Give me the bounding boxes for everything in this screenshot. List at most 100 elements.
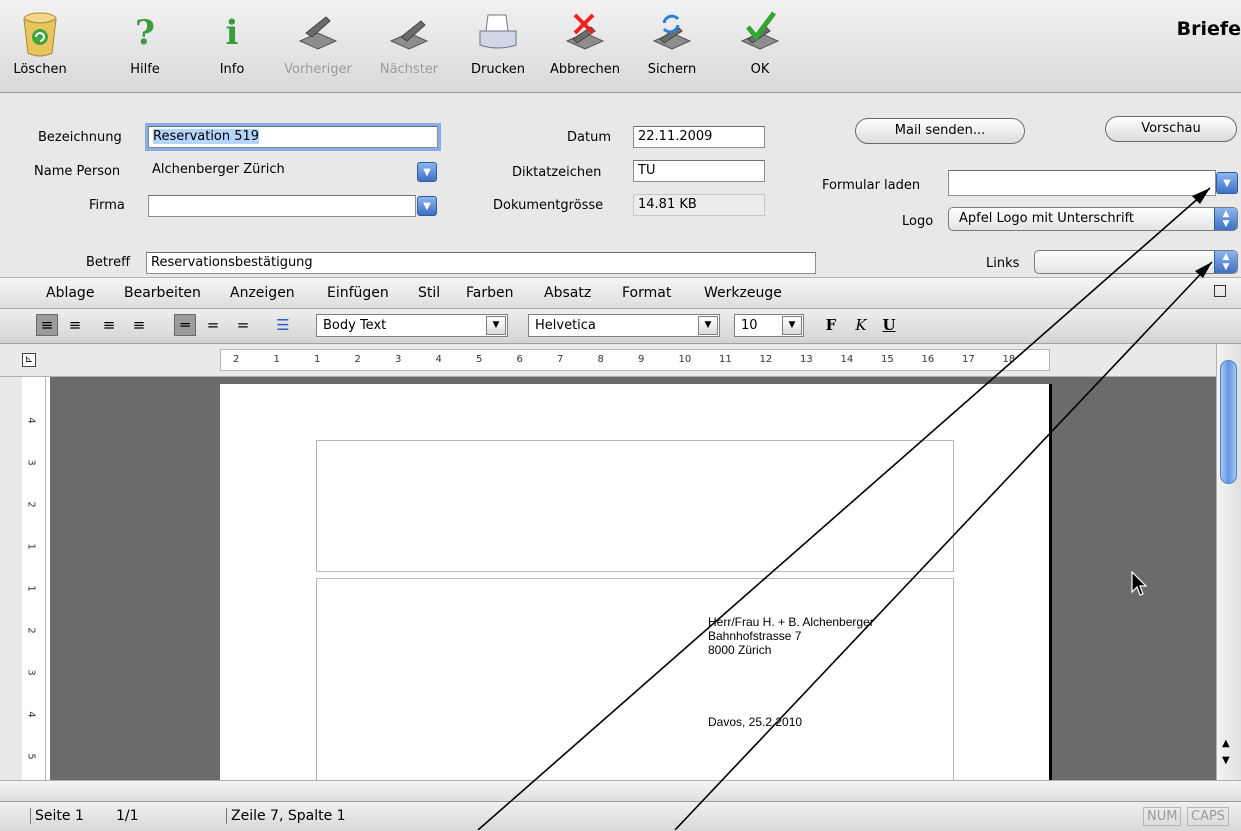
firma-dropdown-button[interactable]: ▼ — [417, 196, 437, 216]
next-button-label: Nächster — [379, 62, 439, 77]
betreff-field[interactable]: Reservationsbestätigung — [146, 252, 816, 274]
menu-ablage[interactable]: Ablage — [46, 285, 94, 301]
bezeichnung-field[interactable]: Reservation 519 — [145, 123, 441, 151]
up-down-arrows-icon: ▲ ▼ — [1214, 251, 1237, 273]
firma-label: Firma — [89, 198, 125, 213]
betreff-value: Reservationsbestätigung — [151, 255, 313, 270]
ruler-tick-label: 6 — [516, 354, 523, 365]
chevron-down-icon: ▼ — [1223, 177, 1231, 189]
ruler-tick-label: 1 — [273, 354, 280, 365]
info-button-label: Info — [219, 62, 245, 77]
menu-absatz[interactable]: Absatz — [544, 285, 591, 301]
collapse-toolbar-icon[interactable] — [1214, 285, 1226, 297]
info-button[interactable]: i Info — [212, 6, 252, 77]
line-spacing-medium-icon[interactable]: = — [202, 314, 224, 336]
horizontal-ruler[interactable]: 2 1 1 2 3 4 5 6 7 8 9 10 11 12 13 14 15 16 17 18 — [220, 349, 1050, 371]
status-page-count: 1/1 — [116, 808, 139, 824]
chevron-down-icon: ▼ — [423, 200, 431, 212]
name-person-field[interactable]: Alchenberger Zürich — [148, 160, 438, 182]
align-left-icon[interactable]: ≡ — [36, 314, 58, 336]
ruler-tick-label: 16 — [921, 354, 935, 365]
scroll-down-arrow-icon[interactable]: ▼ — [1222, 755, 1230, 766]
datum-label: Datum — [567, 130, 611, 145]
line-spacing-single-icon[interactable]: ═ — [174, 314, 196, 336]
save-button[interactable]: Sichern — [640, 6, 704, 77]
bezeichnung-label: Bezeichnung — [38, 130, 122, 145]
address-frame[interactable] — [316, 578, 954, 788]
ruler-tick-label: 17 — [962, 354, 975, 365]
menu-anzeigen[interactable]: Anzeigen — [230, 285, 295, 301]
ruler-tick-label: 4 — [25, 417, 37, 424]
ruler-tick-label: 5 — [25, 753, 37, 760]
cancel-button[interactable]: Abbrechen — [543, 6, 627, 77]
menu-stil[interactable]: Stil — [418, 285, 440, 301]
chevron-down-icon: ▼ — [782, 316, 802, 335]
menu-format[interactable]: Format — [622, 285, 671, 301]
mail-senden-button[interactable]: Mail senden... — [855, 118, 1025, 144]
left-margin-strip — [0, 377, 22, 780]
vertical-ruler: 4 3 2 1 1 2 3 4 5 — [22, 377, 46, 780]
ruler-tick-label: 14 — [840, 354, 854, 365]
ruler-tick-label: 2 — [25, 501, 37, 508]
window-title: Briefe — [1176, 18, 1241, 40]
bullet-list-icon[interactable]: ☰ — [272, 314, 294, 336]
vertical-scroll-thumb[interactable] — [1220, 360, 1237, 484]
up-down-arrows-icon: ▲ ▼ — [1214, 208, 1237, 230]
underline-button[interactable]: U — [878, 314, 900, 336]
previous-button[interactable]: Vorheriger — [282, 6, 354, 77]
letterhead-frame[interactable] — [316, 440, 954, 572]
firma-field[interactable] — [148, 195, 416, 217]
logo-label: Logo — [902, 214, 934, 229]
name-person-label: Name Person — [34, 164, 121, 179]
trash-icon — [10, 6, 70, 60]
datum-field[interactable]: 22.11.2009 — [633, 126, 765, 148]
formular-laden-label: Formular laden — [822, 178, 921, 193]
caps-lock-indicator: CAPS — [1187, 807, 1230, 826]
letter-date: Davos, 25.2.2010 — [708, 715, 803, 729]
vorschau-button[interactable]: Vorschau — [1105, 116, 1237, 142]
logo-popup[interactable]: Apfel Logo mit Unterschrift ▲ ▼ — [948, 207, 1238, 231]
bold-button[interactable]: F — [820, 314, 842, 336]
ok-button-label: OK — [750, 62, 770, 77]
line-spacing-double-icon[interactable]: = — [232, 314, 254, 336]
chevron-down-icon: ▼ — [423, 166, 431, 178]
align-center-icon[interactable]: ≡ — [64, 314, 86, 336]
paragraph-style-select[interactable]: Body Text ▼ — [316, 314, 508, 337]
menu-werkzeuge[interactable]: Werkzeuge — [704, 285, 782, 301]
recipient-address: Herr/Frau H. + B. Alchenberger Bahnhofst… — [708, 615, 874, 657]
delete-button[interactable]: Löschen — [10, 6, 70, 77]
name-person-value: Alchenberger Zürich — [152, 162, 285, 177]
menu-farben[interactable]: Farben — [466, 285, 513, 301]
formular-laden-dropdown-button[interactable]: ▼ — [1216, 172, 1238, 194]
scroll-up-arrow-icon[interactable]: ▲ — [1222, 738, 1230, 749]
ruler-tick-label: 3 — [395, 354, 402, 365]
font-select[interactable]: Helvetica ▼ — [528, 314, 720, 337]
menu-einfuegen[interactable]: Einfügen — [327, 285, 389, 301]
links-popup[interactable]: ▲ ▼ — [1034, 250, 1238, 274]
next-button[interactable]: Nächster — [374, 6, 444, 77]
align-right-icon[interactable]: ≡ — [98, 314, 120, 336]
formular-laden-field[interactable] — [948, 170, 1216, 196]
font-size-select[interactable]: 10 ▼ — [734, 314, 804, 337]
help-button[interactable]: ? Hilfe — [120, 6, 170, 77]
horizontal-scrollbar[interactable] — [0, 780, 1241, 801]
next-icon — [374, 6, 444, 60]
num-lock-indicator: NUM — [1143, 807, 1182, 826]
menu-bearbeiten[interactable]: Bearbeiten — [124, 285, 201, 301]
ruler-tick-label: 1 — [25, 543, 37, 550]
diktatzeichen-field[interactable]: TU — [633, 160, 765, 182]
ruler-tick-label: 13 — [800, 354, 813, 365]
italic-button[interactable]: K — [850, 314, 872, 336]
logo-value: Apfel Logo mit Unterschrift — [959, 211, 1135, 226]
align-justify-icon[interactable]: ≡ — [128, 314, 150, 336]
ruler-tick-label: 2 — [25, 627, 37, 634]
print-button[interactable]: Drucken — [465, 6, 531, 77]
ruler-tick-label: 4 — [25, 711, 37, 718]
name-person-dropdown-button[interactable]: ▼ — [417, 162, 437, 182]
document-page[interactable]: Herr/Frau H. + B. Alchenberger Bahnhofst… — [220, 384, 1052, 788]
ok-button[interactable]: OK — [735, 6, 785, 77]
status-page: Seite 1 — [30, 808, 84, 824]
ruler-tick-label: 1 — [314, 354, 321, 365]
delete-button-label: Löschen — [13, 62, 67, 77]
tab-type-icon[interactable]: ⊾ — [22, 353, 36, 367]
